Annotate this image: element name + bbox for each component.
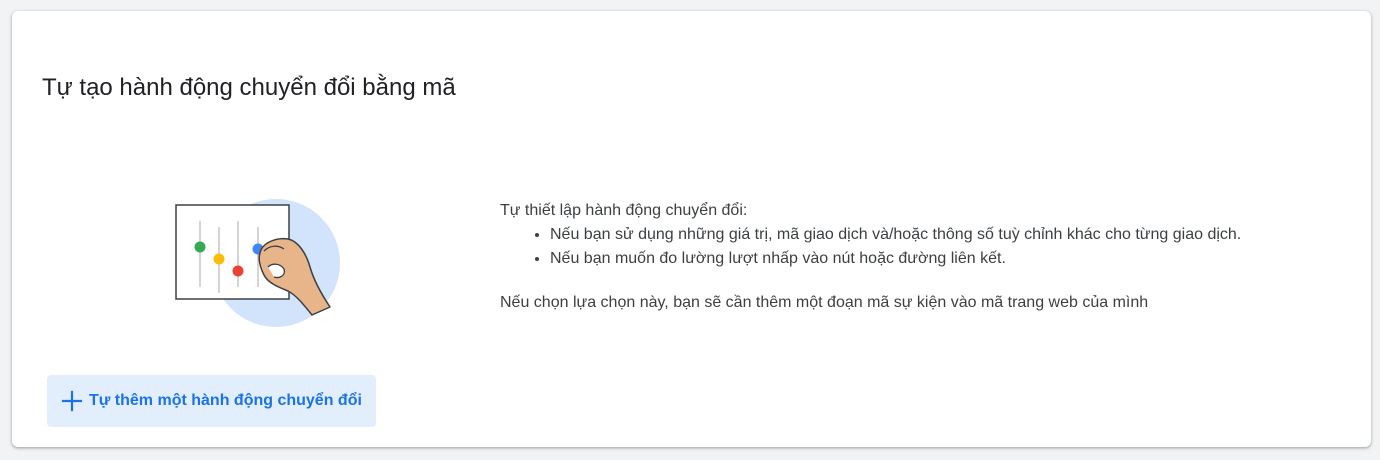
description-note: Nếu chọn lựa chọn này, bạn sẽ cần thêm m… xyxy=(500,294,1149,311)
conversion-card: Tự tạo hành động chuyển đổi bằng mã Tự t… xyxy=(12,11,1371,447)
add-conversion-action-label: Tự thêm một hành động chuyển đổi xyxy=(89,392,362,409)
add-conversion-action-button[interactable]: Tự thêm một hành động chuyển đổi xyxy=(47,375,376,427)
description-intro: Tự thiết lập hành động chuyển đổi: xyxy=(500,202,748,219)
yellow-knob xyxy=(213,253,225,265)
description-bullet: Nếu bạn sử dụng những giá trị, mã giao d… xyxy=(550,223,1320,247)
description-bullet: Nếu bạn muốn đo lường lượt nhấp vào nút … xyxy=(550,247,1320,271)
card-title: Tự tạo hành động chuyển đổi bằng mã xyxy=(42,74,456,101)
description: Tự thiết lập hành động chuyển đổi: Nếu b… xyxy=(500,199,1320,315)
description-list: Nếu bạn sử dụng những giá trị, mã giao d… xyxy=(500,223,1320,271)
plus-icon xyxy=(61,390,83,412)
hand-adjusting-sliders-illustration xyxy=(172,183,342,333)
green-knob xyxy=(194,241,206,253)
red-knob xyxy=(232,265,244,277)
